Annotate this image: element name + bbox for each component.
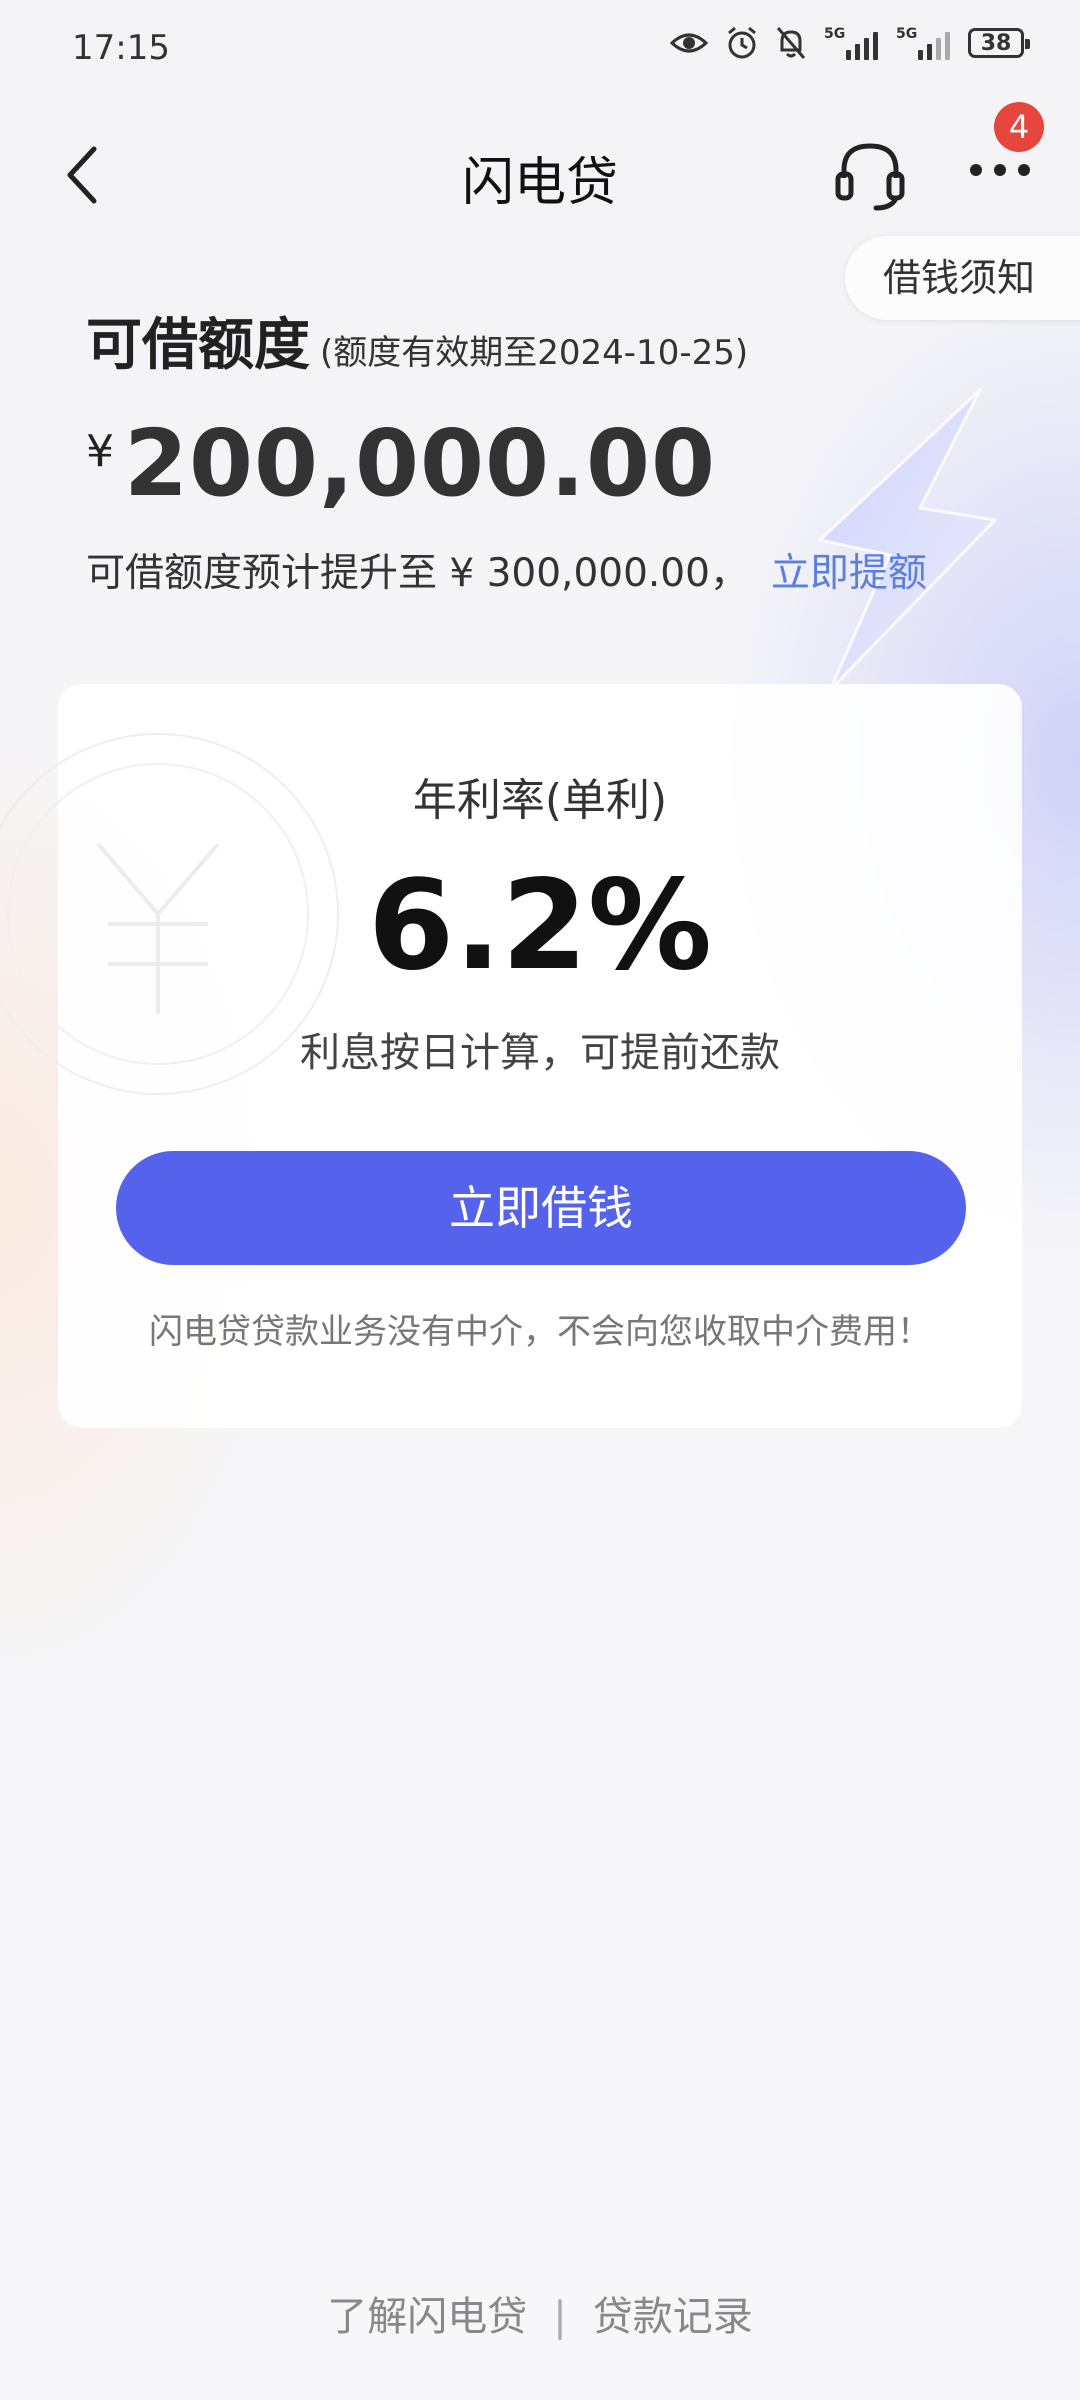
credit-validity: (额度有效期至2024-10-25)	[320, 333, 749, 373]
annual-rate-label: 年利率(单利)	[412, 775, 668, 826]
credit-amount-row: ¥ 200,000.00	[86, 410, 716, 517]
learn-more-link[interactable]: 了解闪电贷	[327, 2284, 527, 2342]
interest-note: 利息按日计算，可提前还款	[300, 1030, 780, 1076]
status-bar: 17:15 5G 5G 38	[0, 0, 1080, 100]
status-time: 17:15	[72, 28, 170, 68]
footer-separator: |	[553, 2294, 567, 2340]
notification-badge: 4	[994, 102, 1044, 152]
customer-service-button[interactable]	[820, 122, 920, 222]
lightning-icon	[818, 388, 997, 692]
headset-icon	[835, 143, 905, 211]
credit-raise-text: 可借额度预计提升至 ¥ 300,000.00，	[86, 551, 749, 596]
nav-bar: 闪电贷	[0, 110, 1080, 240]
footer-links: 了解闪电贷 | 贷款记录	[0, 2284, 1080, 2342]
borrowing-notice-button[interactable]: 借钱须知	[845, 236, 1080, 320]
eye-icon	[670, 33, 708, 53]
no-agent-disclaimer: 闪电贷贷款业务没有中介，不会向您收取中介费用！	[149, 1312, 931, 1352]
signal-icon-secondary: 5G	[896, 26, 950, 60]
status-icons: 5G 5G 38	[670, 26, 1030, 60]
annual-rate-value: 6.2%	[368, 854, 712, 998]
battery-icon: 38	[968, 28, 1030, 58]
credit-limit-header: 可借额度 (额度有效期至2024-10-25)	[86, 300, 748, 381]
signal-icon: 5G	[824, 26, 878, 60]
borrow-now-button[interactable]: 立即借钱	[116, 1151, 966, 1265]
credit-limit-title: 可借额度	[86, 313, 310, 378]
network-type-label: 5G	[824, 26, 846, 42]
alarm-icon	[728, 26, 756, 59]
loan-records-link[interactable]: 贷款记录	[593, 2284, 753, 2342]
battery-level: 38	[980, 30, 1012, 56]
currency-symbol: ¥	[86, 426, 114, 477]
raise-limit-link[interactable]: 立即提额	[771, 551, 927, 596]
mute-icon	[776, 27, 806, 59]
network-type-label-secondary: 5G	[896, 26, 918, 42]
rate-card: 年利率(单利) 6.2% 利息按日计算，可提前还款 立即借钱 闪电贷贷款业务没有…	[0, 684, 1022, 1428]
credit-raise-row: 可借额度预计提升至 ¥ 300,000.00， 立即提额	[86, 542, 927, 598]
credit-amount: 200,000.00	[124, 410, 717, 517]
